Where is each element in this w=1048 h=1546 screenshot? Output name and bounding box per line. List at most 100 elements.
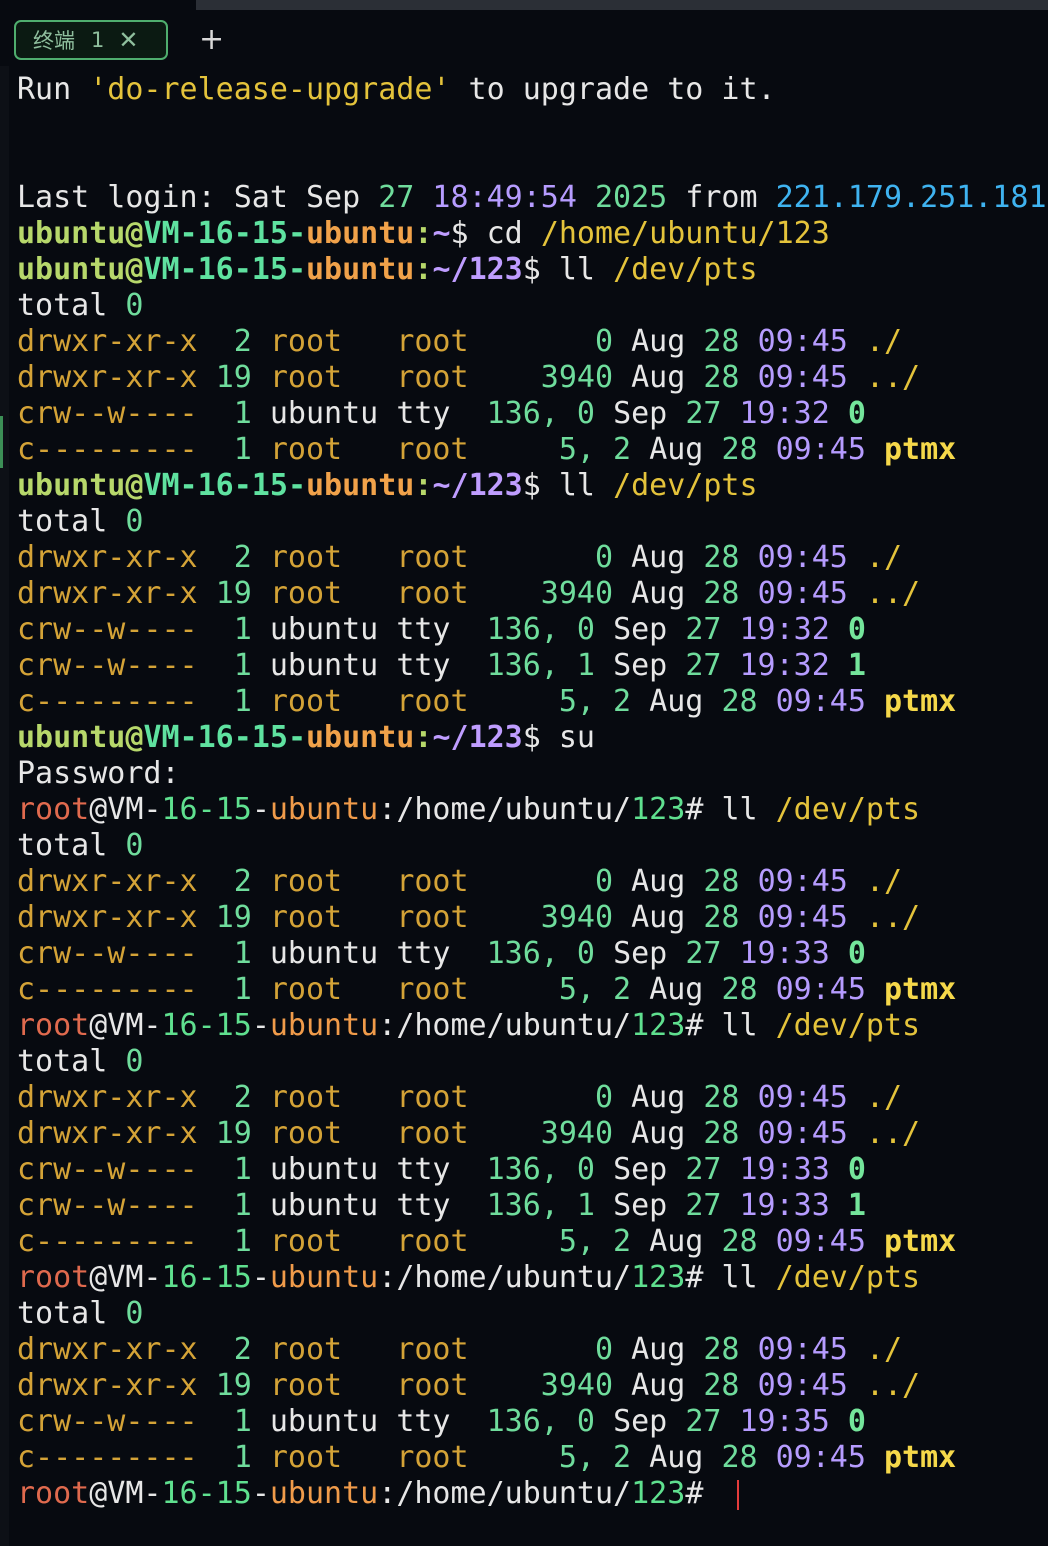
file-group: root bbox=[396, 972, 505, 1007]
file-name: ptmx bbox=[884, 1440, 957, 1475]
terminal-text: to upgrade to it. bbox=[450, 72, 776, 107]
prompt-user: root bbox=[17, 792, 90, 827]
prompt-user: ubuntu bbox=[17, 252, 126, 287]
file-time: 19:33 bbox=[739, 1188, 830, 1223]
file-group: root bbox=[396, 576, 505, 611]
terminal-text: 123 bbox=[468, 720, 523, 755]
file-links: 19 bbox=[215, 360, 252, 395]
terminal-text: from bbox=[685, 180, 776, 215]
last-login-line: Last login: Sat Sep 27 18:49:54 2025 fro… bbox=[17, 180, 1048, 216]
prompt-user: ubuntu bbox=[17, 216, 126, 251]
terminal-text: @ bbox=[89, 1008, 108, 1043]
file-time: 09:45 bbox=[757, 1368, 848, 1403]
tab-terminal-1[interactable]: 终端 1 ✕ bbox=[14, 20, 168, 60]
file-links: 19 bbox=[215, 1116, 252, 1151]
file-day: 28 bbox=[703, 1368, 740, 1403]
prompt-user: ubuntu bbox=[17, 720, 126, 755]
prompt-host: VM- bbox=[143, 216, 198, 251]
terminal-text: /dev/pts bbox=[613, 468, 758, 503]
ls-row: c--------- 1 root root 5, 2 Aug 28 09:45… bbox=[17, 432, 1048, 468]
file-links: 1 bbox=[215, 432, 252, 467]
prompt-user: ubuntu bbox=[17, 468, 126, 503]
file-size: 5, 2 bbox=[522, 1440, 632, 1475]
file-group: root bbox=[396, 360, 505, 395]
file-time: 09:45 bbox=[757, 540, 848, 575]
terminal-text: ubuntu bbox=[269, 792, 379, 827]
prompt-user: root bbox=[17, 1008, 90, 1043]
command-line: ubuntu@VM-16-15-ubuntu:~/123$ ll /dev/pt… bbox=[17, 252, 1048, 288]
close-icon[interactable]: ✕ bbox=[118, 28, 138, 52]
file-month: Aug bbox=[631, 540, 686, 575]
file-time: 19:35 bbox=[739, 1404, 830, 1439]
total-line: total 0 bbox=[17, 828, 1048, 864]
terminal-text: : bbox=[378, 1008, 397, 1043]
terminal-text: : bbox=[378, 792, 397, 827]
file-user: root bbox=[269, 576, 379, 611]
terminal-text: /dev/pts bbox=[613, 252, 758, 287]
prompt-host: VM- bbox=[143, 252, 198, 287]
file-perm: drwxr-xr-x bbox=[17, 1116, 198, 1151]
file-group: root bbox=[396, 900, 505, 935]
file-day: 27 bbox=[685, 648, 722, 683]
file-month: Sep bbox=[613, 1404, 668, 1439]
file-day: 27 bbox=[685, 1152, 722, 1187]
terminal-output[interactable]: Run 'do-release-upgrade' to upgrade to i… bbox=[17, 72, 1048, 1512]
file-time: 09:45 bbox=[757, 1332, 848, 1367]
add-tab-button[interactable]: + bbox=[199, 24, 224, 56]
file-name: 0 bbox=[847, 936, 866, 971]
file-name: ptmx bbox=[884, 972, 957, 1007]
terminal-text: @ bbox=[125, 468, 144, 503]
file-month: Sep bbox=[613, 1152, 668, 1187]
file-month: Sep bbox=[613, 1188, 668, 1223]
file-month: Sep bbox=[613, 396, 668, 431]
terminal-text: 123 bbox=[631, 1260, 686, 1295]
terminal-text: @ bbox=[89, 1260, 108, 1295]
terminal-text: - bbox=[287, 468, 306, 503]
terminal-text: ubuntu bbox=[306, 468, 415, 503]
file-name: ../ bbox=[865, 900, 921, 935]
ls-row: drwxr-xr-x 2 root root 0 Aug 28 09:45 ./ bbox=[17, 540, 1048, 576]
file-name: 1 bbox=[847, 648, 866, 683]
terminal-text: 'do-release-upgrade' bbox=[89, 72, 451, 107]
file-links: 2 bbox=[215, 1080, 252, 1115]
terminal-text: 123 bbox=[468, 252, 523, 287]
file-name: ./ bbox=[865, 540, 903, 575]
file-month: Aug bbox=[631, 900, 686, 935]
terminal-text: @ bbox=[89, 792, 108, 827]
file-time: 09:45 bbox=[757, 900, 848, 935]
ls-row: crw--w---- 1 ubuntu tty 136, 1 Sep 27 19… bbox=[17, 648, 1048, 684]
file-user: ubuntu bbox=[269, 648, 379, 683]
terminal-text: @ bbox=[125, 216, 144, 251]
file-day: 27 bbox=[685, 936, 722, 971]
